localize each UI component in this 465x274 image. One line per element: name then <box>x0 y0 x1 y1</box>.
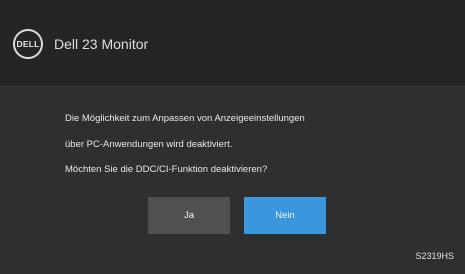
message-line-2: über PC-Anwendungen wird deaktiviert. <box>65 139 233 150</box>
header-divider <box>0 86 465 87</box>
osd-header: DELL Dell 23 Monitor <box>0 0 465 86</box>
message-line-1: Die Möglichkeit zum Anpassen von Anzeige… <box>65 113 305 124</box>
model-label: S2319HS <box>415 251 454 261</box>
dell-logo-icon: DELL <box>13 29 43 59</box>
monitor-osd-panel: DELL Dell 23 Monitor Die Möglichkeit zum… <box>0 0 465 274</box>
message-line-3: Möchten Sie die DDC/CI-Funktion deaktivi… <box>65 164 268 175</box>
no-button[interactable]: Nein <box>244 197 326 234</box>
yes-button[interactable]: Ja <box>148 197 230 234</box>
monitor-title: Dell 23 Monitor <box>54 36 149 52</box>
